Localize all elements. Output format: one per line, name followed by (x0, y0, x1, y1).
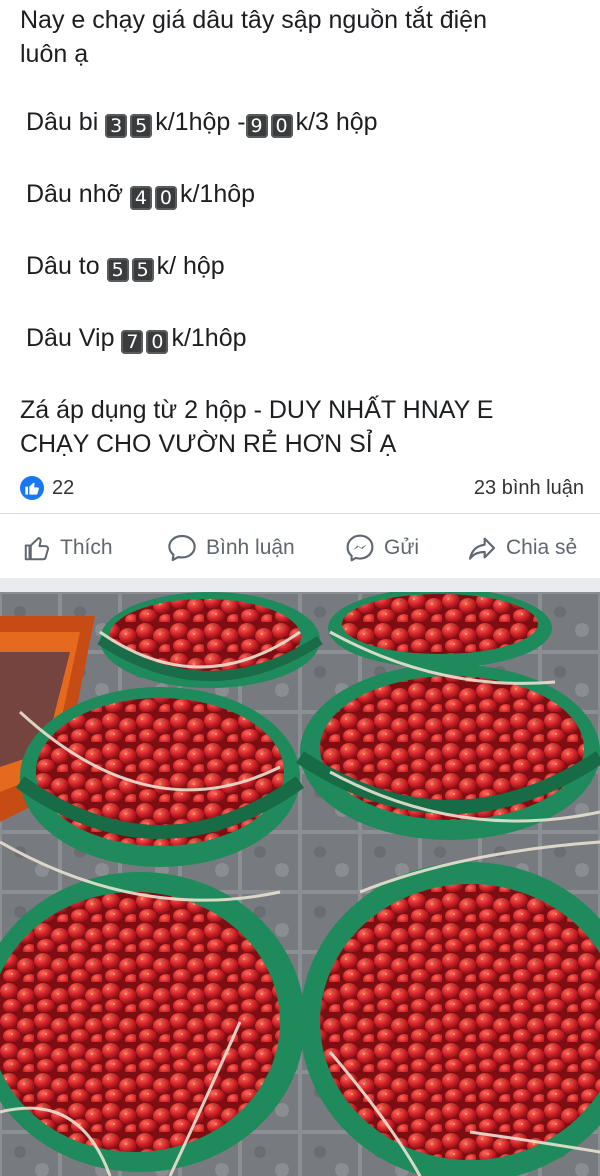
digit-keycap: 7 (121, 330, 144, 354)
thumb-up-icon (24, 537, 50, 561)
price-label: Dâu to (26, 252, 107, 280)
price-unit: k/ hộp (156, 252, 225, 280)
share-arrow-icon (468, 537, 496, 560)
divider (0, 513, 600, 514)
price-unit: k/3 hộp (295, 108, 378, 136)
share-label: Chia sẻ (506, 536, 578, 559)
post-note-line-1: Zá áp dụng từ 2 hộp - DUY NHẤT HNAY E (20, 396, 494, 424)
digit-keycap: 5 (106, 258, 129, 282)
comment-label: Bình luận (206, 536, 295, 559)
price-label: Dâu Vip (26, 324, 122, 352)
reaction-stats: 22 23 bình luận (0, 470, 600, 506)
price-line-dau-bi: Dâu bi 3 5 k/1hộp -9 0 k/3 hộp (26, 106, 378, 138)
price-label: Dâu nhỡ (26, 180, 130, 208)
price-line-dau-nho: Dâu nhỡ 4 0 k/1hôp (26, 178, 255, 210)
price-line-dau-to: Dâu to 5 5 k/ hộp (26, 250, 225, 282)
share-button[interactable]: Chia sẻ (466, 528, 577, 568)
strawberry-baskets-image (0, 592, 600, 1176)
price-line-dau-vip: Dâu Vip 7 0 k/1hôp (26, 322, 247, 354)
like-badge-icon[interactable] (20, 476, 44, 500)
comment-count[interactable]: 23 bình luận (474, 477, 584, 500)
post-photo[interactable] (0, 592, 600, 1176)
messenger-icon (346, 534, 374, 562)
comment-button[interactable]: Bình luận (166, 528, 295, 568)
digit-keycap: 0 (146, 330, 169, 354)
like-count[interactable]: 22 (52, 477, 74, 500)
post-line-1: Nay e chạy giá dâu tây sập nguồn tắt điệ… (20, 6, 487, 34)
send-label: Gửi (384, 536, 420, 559)
price-unit: k/1hộp - (155, 108, 246, 136)
digit-keycap: 9 (245, 114, 268, 138)
like-label: Thích (60, 536, 113, 559)
comment-bubble-icon (168, 534, 196, 562)
digit-keycap: 0 (270, 114, 293, 138)
post-note-line-2: CHẠY CHO VƯỜN RẺ HƠN SỈ Ạ (20, 430, 397, 458)
action-bar: Thích Bình luận Gửi Chia sẻ (0, 520, 600, 576)
post-line-2: luôn ạ (20, 40, 89, 68)
digit-keycap: 0 (154, 186, 177, 210)
like-button[interactable]: Thích (22, 528, 113, 568)
price-unit: k/1hôp (171, 324, 247, 352)
feed-separator (0, 578, 600, 592)
price-label: Dâu bi (26, 108, 106, 136)
send-button[interactable]: Gửi (344, 528, 419, 568)
price-unit: k/1hôp (179, 180, 256, 208)
digit-keycap: 4 (129, 186, 152, 210)
digit-keycap: 5 (131, 258, 154, 282)
digit-keycap: 3 (105, 114, 128, 138)
digit-keycap: 5 (130, 114, 153, 138)
